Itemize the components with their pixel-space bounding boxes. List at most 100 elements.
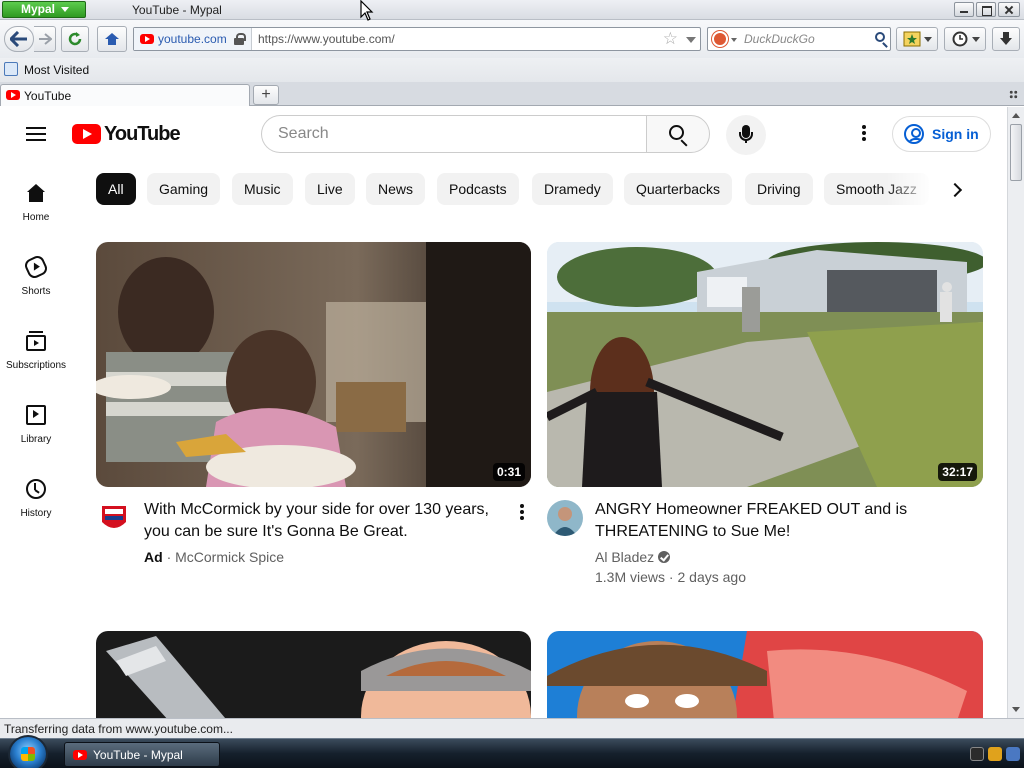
guide-item-home[interactable]: Home xyxy=(0,183,72,247)
duckduckgo-icon[interactable] xyxy=(712,31,728,47)
youtube-logo[interactable]: YouTube xyxy=(72,123,181,145)
thumbnail-image-yard xyxy=(547,242,983,487)
taskbar-item-label: YouTube - Mypal xyxy=(93,748,183,762)
guide-item-library[interactable]: Library xyxy=(0,405,72,469)
settings-more-icon[interactable] xyxy=(858,125,870,143)
volume-icon[interactable] xyxy=(988,747,1002,761)
sign-in-label: Sign in xyxy=(932,126,979,142)
chip-quarterbacks[interactable]: Quarterbacks xyxy=(624,173,733,205)
site-identity-label: youtube.com xyxy=(158,32,227,46)
guide-item-subscriptions[interactable]: Subscriptions xyxy=(0,331,72,395)
video-meta: Ad · McCormick Spice xyxy=(144,549,284,565)
video-thumbnail[interactable] xyxy=(96,631,531,718)
video-title-line: THREATENING to Sue Me! xyxy=(595,523,791,540)
bookmarks-star-icon xyxy=(903,31,921,47)
chip-live[interactable]: Live xyxy=(305,173,355,205)
home-icon xyxy=(105,33,119,45)
chip-all[interactable]: All xyxy=(96,173,136,205)
video-title[interactable]: ANGRY Homeowner FREAKED OUT and is THREA… xyxy=(595,499,965,543)
chip-podcasts[interactable]: Podcasts xyxy=(437,173,519,205)
shorts-icon xyxy=(22,253,50,281)
forward-button[interactable] xyxy=(34,26,56,52)
page-viewport: YouTube Sign in Home Shorts Subscripti xyxy=(0,107,1007,718)
close-button[interactable] xyxy=(998,2,1020,17)
chip-gaming[interactable]: Gaming xyxy=(147,173,221,205)
guide-item-shorts[interactable]: Shorts xyxy=(0,253,72,321)
guide-item-history[interactable]: History xyxy=(0,479,72,543)
network-icon[interactable] xyxy=(970,747,984,761)
upload-age: 2 days ago xyxy=(677,569,746,585)
chip-dramedy[interactable]: Dramedy xyxy=(532,173,613,205)
tab-youtube[interactable]: YouTube xyxy=(0,84,250,106)
chip-driving[interactable]: Driving xyxy=(745,173,813,205)
chevron-right-icon[interactable] xyxy=(938,173,972,207)
youtube-search-box[interactable] xyxy=(261,115,647,153)
scroll-down-icon[interactable] xyxy=(1012,707,1020,712)
channel-name[interactable]: McCormick Spice xyxy=(175,549,284,565)
chip-music[interactable]: Music xyxy=(232,173,293,205)
home-button[interactable] xyxy=(97,26,127,52)
thumbnail-image-explorer xyxy=(547,631,983,718)
chip-news[interactable]: News xyxy=(366,173,426,205)
maximize-button[interactable] xyxy=(976,2,996,17)
channel-avatar[interactable] xyxy=(96,500,132,536)
search-icon[interactable] xyxy=(875,32,885,42)
channel-avatar[interactable] xyxy=(547,500,583,536)
video-thumbnail[interactable] xyxy=(547,631,983,718)
thumbnail-image-knife xyxy=(96,631,531,718)
video-thumbnail[interactable]: 0:31 xyxy=(96,242,531,487)
all-tabs-icon[interactable] xyxy=(1009,90,1018,99)
app-menu-button[interactable]: Mypal xyxy=(2,1,86,18)
taskbar-item-mypal[interactable]: YouTube - Mypal xyxy=(64,742,220,767)
url-bar[interactable]: youtube.com https://www.youtube.com/ ☆ xyxy=(133,27,701,51)
search-input[interactable] xyxy=(278,116,638,152)
chevron-down-icon xyxy=(61,7,69,12)
downloads-button[interactable] xyxy=(992,27,1020,51)
verified-check-icon xyxy=(658,551,671,563)
scrollbar-thumb[interactable] xyxy=(1010,124,1022,181)
navigation-toolbar: youtube.com https://www.youtube.com/ ☆ D… xyxy=(0,20,1024,58)
tray-app-icon[interactable] xyxy=(1006,747,1020,761)
search-button[interactable] xyxy=(646,115,710,153)
voice-search-button[interactable] xyxy=(726,115,766,155)
reload-button[interactable] xyxy=(61,26,89,52)
guide-label: Subscriptions xyxy=(5,360,67,371)
video-title[interactable]: With McCormick by your side for over 130… xyxy=(144,499,514,543)
url-text[interactable]: https://www.youtube.com/ xyxy=(258,28,395,50)
back-button[interactable] xyxy=(4,26,34,52)
url-history-dropdown-icon[interactable] xyxy=(686,37,696,43)
video-more-icon[interactable] xyxy=(517,504,527,522)
guide-label: Library xyxy=(20,434,52,445)
bookmark-most-visited[interactable]: Most Visited xyxy=(24,63,89,77)
sign-in-button[interactable]: Sign in xyxy=(892,116,991,152)
microphone-stand-icon xyxy=(739,132,753,143)
new-tab-button[interactable]: + xyxy=(253,85,279,105)
status-bar: Transferring data from www.youtube.com..… xyxy=(0,718,1024,738)
app-menu-label: Mypal xyxy=(21,2,56,16)
category-chips: All Gaming Music Live News Podcasts Dram… xyxy=(96,173,946,207)
window-titlebar: Mypal YouTube - Mypal xyxy=(0,0,1024,20)
bookmark-star-icon[interactable]: ☆ xyxy=(663,29,678,49)
site-identity-button[interactable]: youtube.com xyxy=(134,28,252,50)
video-title-line: ANGRY Homeowner FREAKED OUT and is xyxy=(595,501,908,518)
start-button[interactable] xyxy=(8,735,48,768)
cursor-arrow-icon xyxy=(360,0,374,21)
menu-icon[interactable] xyxy=(26,127,46,141)
download-icon xyxy=(1000,32,1012,45)
scroll-up-icon[interactable] xyxy=(1012,113,1020,118)
forward-arrow-icon xyxy=(38,33,52,45)
channel-name[interactable]: Al Bladez xyxy=(595,549,654,565)
video-duration: 32:17 xyxy=(938,463,977,481)
search-engine-dropdown-icon[interactable] xyxy=(731,38,737,42)
history-menu-button[interactable] xyxy=(944,27,986,51)
bookmarks-menu-button[interactable] xyxy=(896,27,938,51)
minimize-button[interactable] xyxy=(954,2,974,17)
search-bar[interactable]: DuckDuckGo xyxy=(707,27,891,51)
video-duration: 0:31 xyxy=(492,463,525,481)
vertical-scrollbar[interactable] xyxy=(1007,107,1024,718)
video-thumbnail[interactable]: 32:17 xyxy=(547,242,983,487)
clock-icon xyxy=(952,31,968,47)
guide-label: Home xyxy=(22,212,50,223)
guide-label: History xyxy=(20,508,52,519)
most-visited-icon xyxy=(4,62,18,76)
